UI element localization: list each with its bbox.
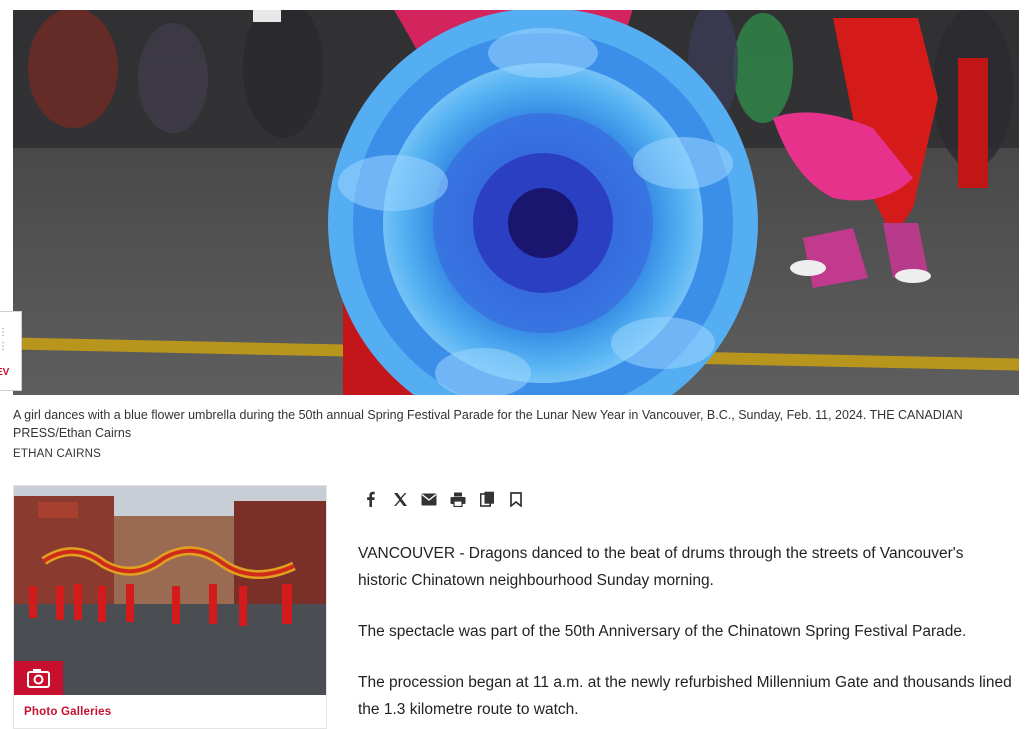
article-page: ⋮⋮ EV A girl dances with a blue flower u… <box>0 0 1029 729</box>
bookmark-icon[interactable] <box>507 490 525 508</box>
copy-icon[interactable] <box>478 490 496 508</box>
article-paragraph: VANCOUVER - Dragons danced to the beat o… <box>358 545 964 589</box>
email-icon[interactable] <box>420 490 438 508</box>
top-bar <box>0 0 1029 10</box>
photo-caption: A girl dances with a blue flower umbrell… <box>13 408 963 440</box>
more-dots-icon: ⋮ ⋮ <box>0 327 8 352</box>
prev-tab-label: EV <box>0 367 10 378</box>
article-paragraph: The procession began at 11 a.m. at the n… <box>358 674 1012 718</box>
x-icon[interactable] <box>391 490 409 508</box>
camera-badge <box>14 661 63 695</box>
gallery-label[interactable]: Photo Galleries <box>24 706 111 718</box>
facebook-icon[interactable] <box>362 490 380 508</box>
article-body: VANCOUVER - Dragons danced to the beat o… <box>358 540 1013 729</box>
hero-photo[interactable] <box>13 8 1019 395</box>
hero-photo-illustration <box>13 8 1019 395</box>
camera-icon <box>27 669 50 688</box>
print-icon[interactable] <box>449 490 467 508</box>
photo-credit: ETHAN CAIRNS <box>13 448 102 460</box>
prev-article-tab[interactable]: ⋮⋮ EV <box>0 311 22 391</box>
share-bar <box>362 489 525 509</box>
photo-gallery-card[interactable]: Photo Galleries <box>13 485 327 729</box>
article-paragraph: The spectacle was part of the 50th Anniv… <box>358 623 967 640</box>
